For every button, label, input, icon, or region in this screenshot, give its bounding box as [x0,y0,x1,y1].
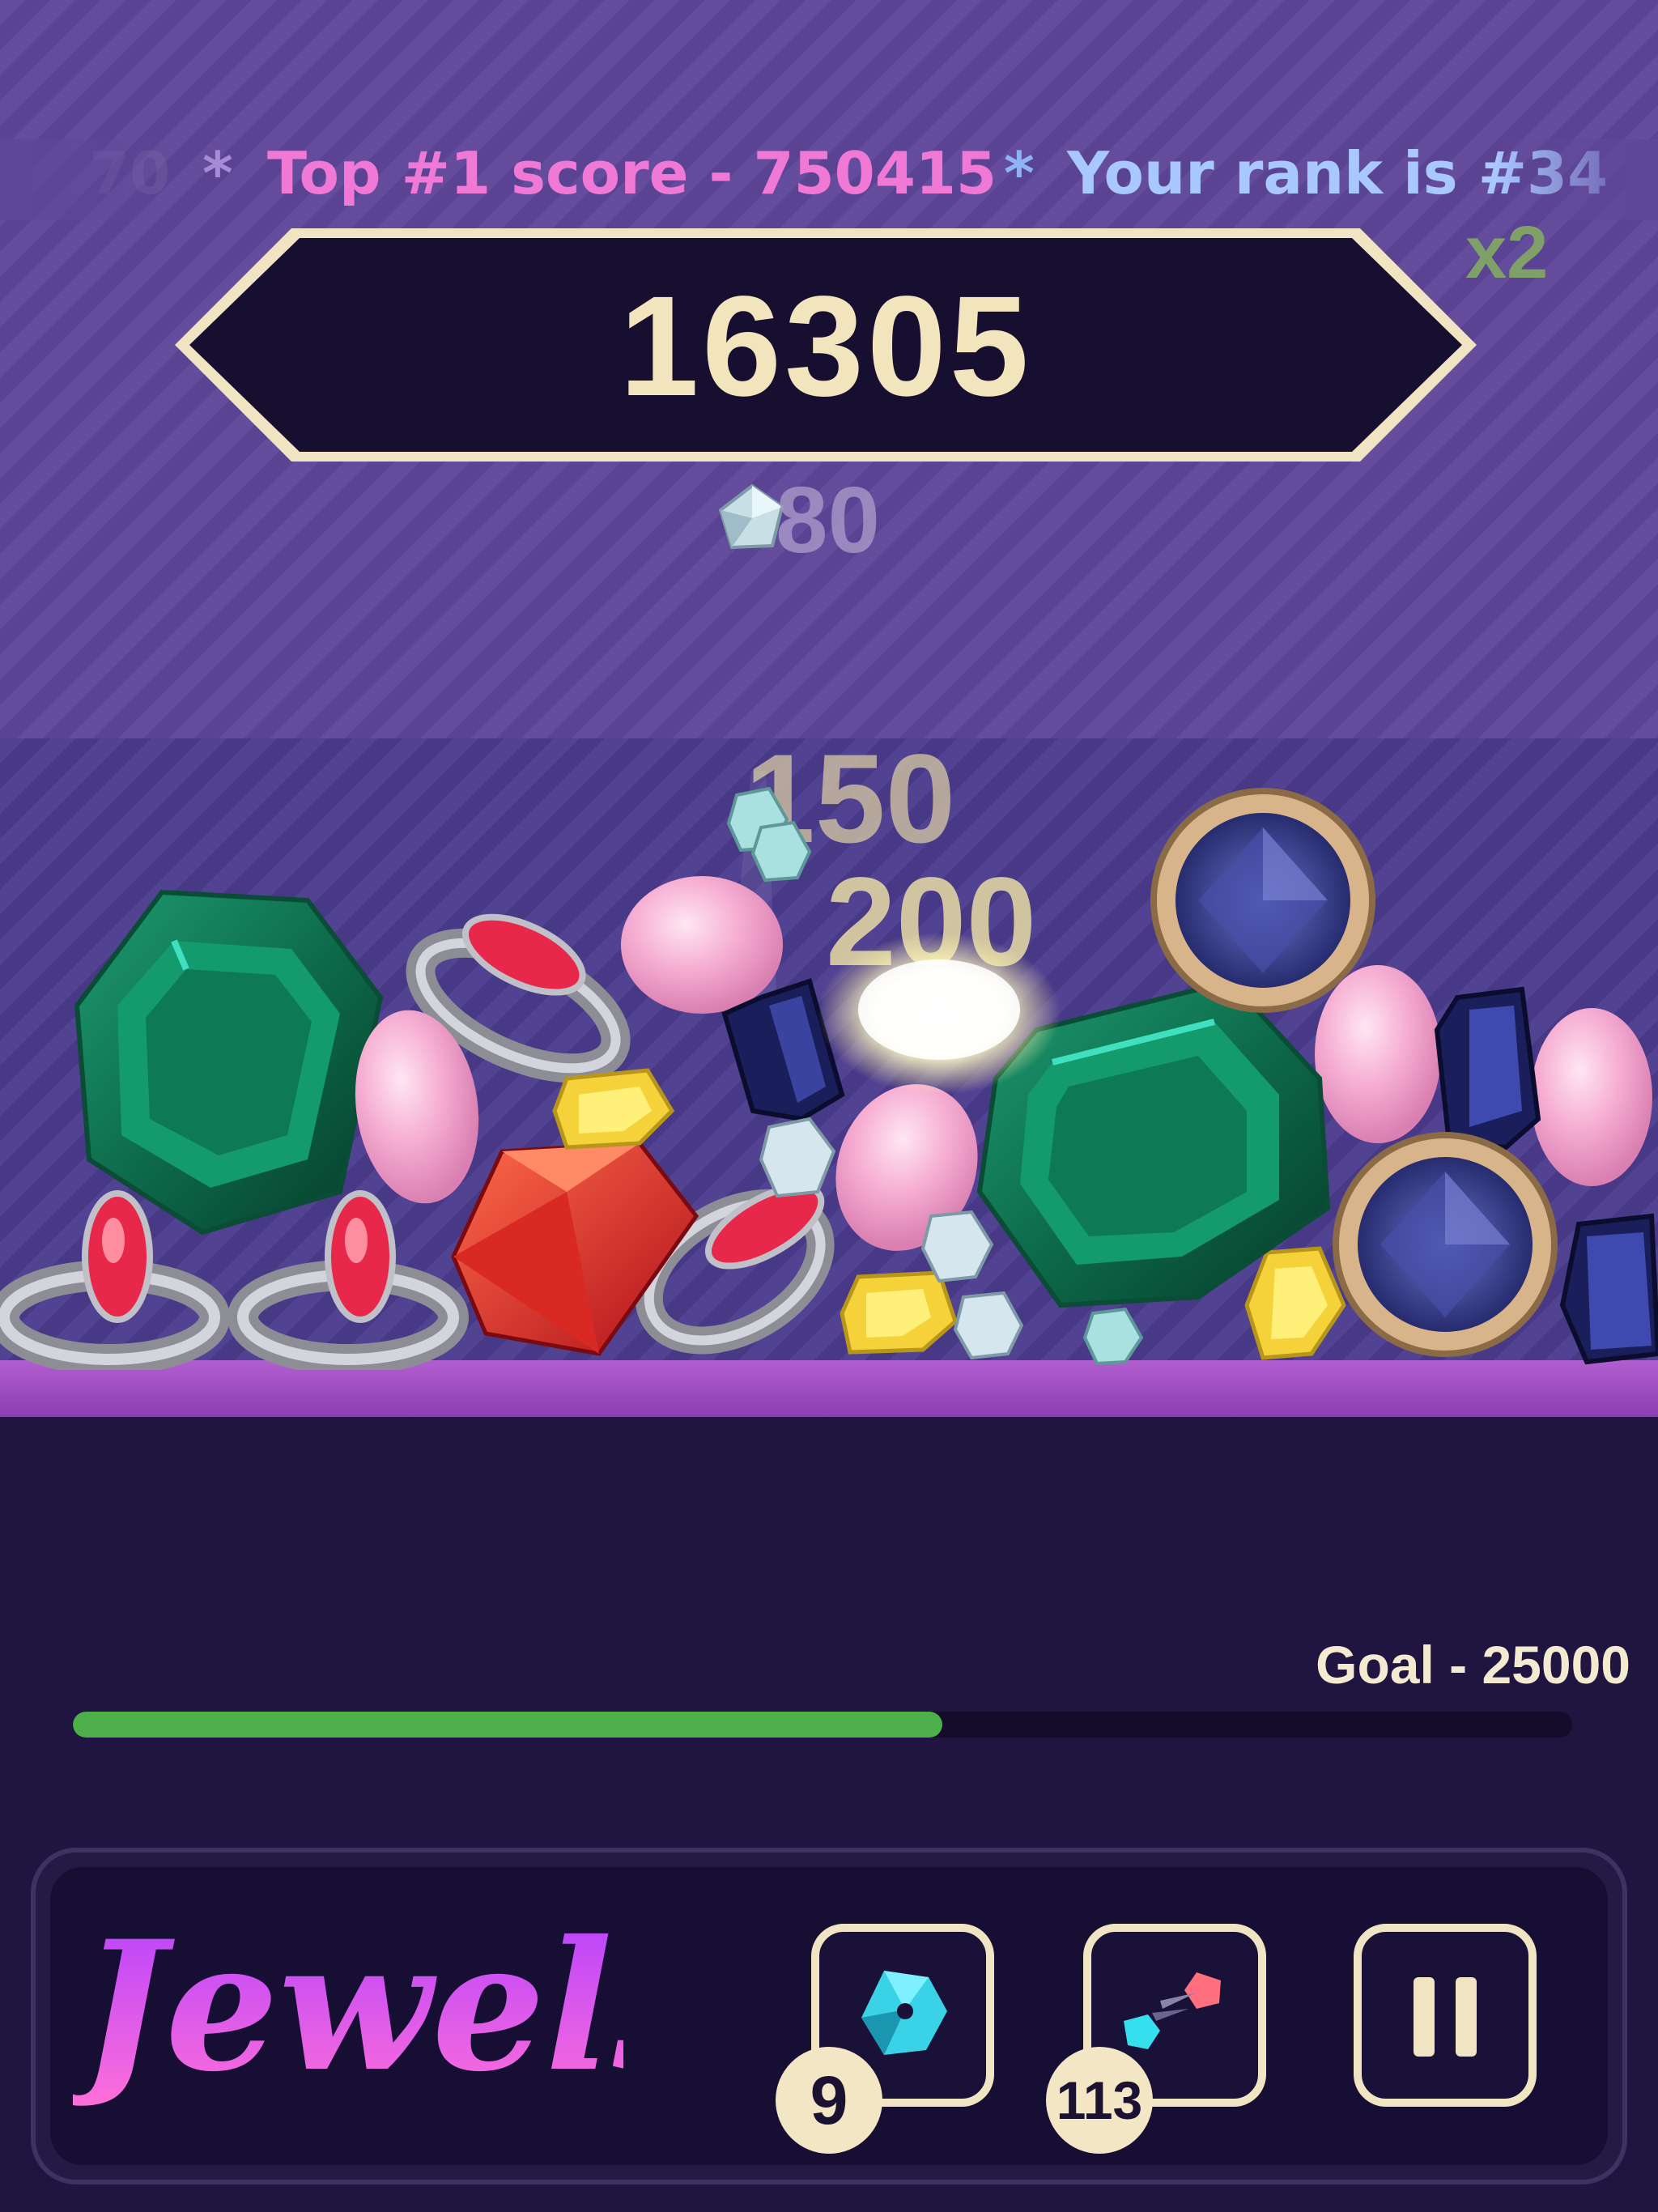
play-floor [0,1360,1658,1417]
ticker-separator: * [202,139,233,207]
pause-button[interactable] [1354,1924,1537,2107]
score-value: 16305 [619,267,1032,426]
jewels-logo: Jewels [73,1901,623,2111]
score-popup-small: 80 [776,467,881,572]
logo-text: Jewels [73,1901,623,2111]
bomb-count-badge: 9 [776,2047,882,2154]
swap-count-badge: 113 [1046,2047,1153,2154]
goal-label: Goal - 25000 [1316,1635,1630,1695]
ticker-fade-left [0,139,162,220]
goal-progress-fill [73,1712,943,1738]
leaderboard-ticker: 70 * Top #1 score - 750415 * Your rank i… [0,139,1658,220]
top-score-text: Top #1 score - 750415 [267,139,997,207]
goal-progress-bar [73,1712,1572,1738]
ticker-fade-right [1496,139,1658,220]
swap-icon [1124,1972,1221,2049]
bomb-icon [861,1971,947,2055]
pause-icon [1414,1977,1477,2057]
score-popup-big: 200 [826,852,1037,993]
ticker-separator: * [1004,139,1035,207]
